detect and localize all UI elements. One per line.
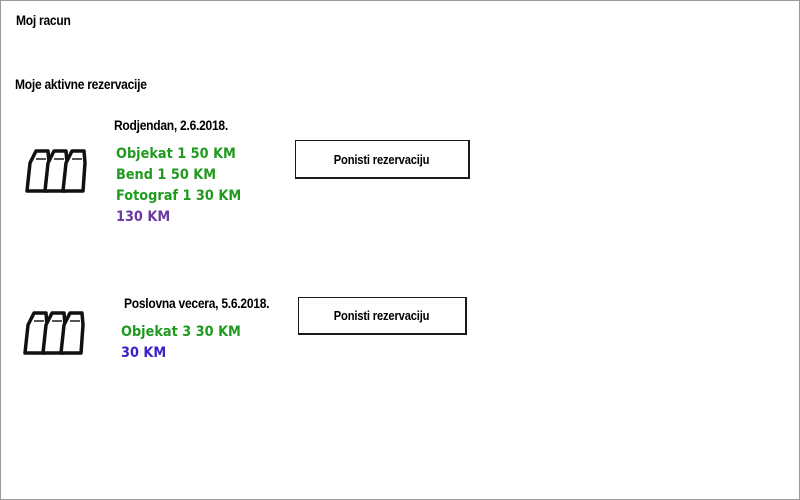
reservation-title: Poslovna vecera, 5.6.2018.: [124, 295, 270, 311]
cancel-reservation-button[interactable]: Ponisti rezervaciju: [295, 140, 470, 179]
reservation-item: Fotograf 1 30 KM: [116, 188, 242, 204]
binoculars-icon: [23, 311, 85, 355]
cancel-reservation-label: Ponisti rezervaciju: [334, 308, 430, 323]
section-title: Moje aktivne rezervacije: [15, 76, 147, 92]
reservation-item: Objekat 3 30 KM: [121, 324, 241, 340]
cancel-reservation-label: Ponisti rezervaciju: [334, 151, 430, 167]
reservation-item: Bend 1 50 KM: [116, 167, 217, 183]
reservation-title: Rodjendan, 2.6.2018.: [114, 117, 228, 133]
reservation-items: Objekat 3 30 KM: [121, 322, 251, 343]
cancel-reservation-button[interactable]: Ponisti rezervaciju: [298, 297, 467, 335]
page-title: Moj racun: [16, 12, 71, 28]
binoculars-icon: [25, 149, 87, 193]
reservation-total: 130 KM: [116, 209, 171, 225]
reservation-item: Objekat 1 50 KM: [116, 146, 236, 162]
reservation-items: Objekat 1 50 KM Bend 1 50 KM Fotograf 1 …: [116, 144, 252, 207]
reservation-total: 30 KM: [121, 345, 167, 361]
page-frame: [0, 0, 800, 500]
